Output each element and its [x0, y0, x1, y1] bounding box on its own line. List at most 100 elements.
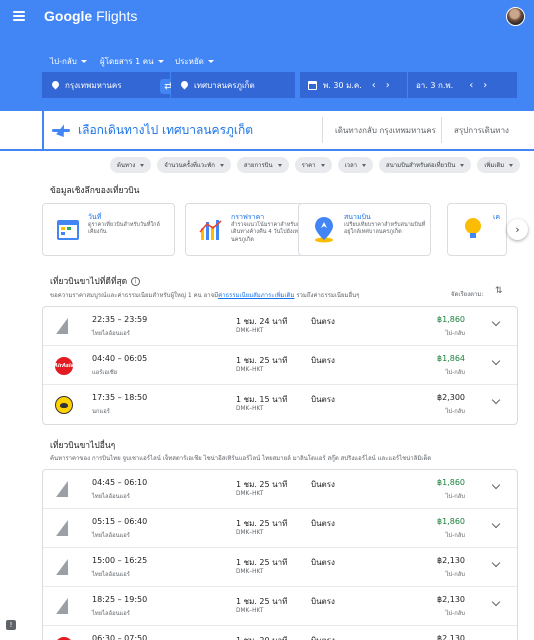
airline-name: แอร์เอเชีย	[92, 370, 118, 376]
other-flights-list: 04:45 – 06:10 ไทยไลอ้อนแอร์ 1 ชม. 25 นาที D…	[42, 469, 518, 640]
chevron-right-icon[interactable]: ›	[483, 80, 487, 91]
filter-chip[interactable]: ราคา	[294, 157, 332, 173]
flight-route: DMK–HKT	[236, 367, 264, 373]
flight-price: ฿1,864	[437, 354, 465, 363]
insight-card[interactable]: เค	[447, 203, 507, 256]
flight-row[interactable]: 15:00 – 16:25 ไทยไลอ้อนแอร์ 1 ชม. 25 นาที D…	[43, 548, 517, 587]
origin-field[interactable]: กรุงเทพมหานคร	[42, 72, 170, 98]
chevron-right-icon: ›	[515, 223, 520, 236]
airline-logo	[55, 318, 74, 336]
expand-chevron-icon[interactable]	[491, 395, 501, 405]
trip-type-select[interactable]: ไป-กลับ	[50, 55, 87, 68]
flight-row[interactable]: AirAsia 04:40 – 06:05 แอร์เอเชีย 1 ชม. 25 น…	[43, 346, 517, 385]
airline-logo	[55, 520, 74, 538]
best-flights-heading: เที่ยวบินขาไปที่ดีที่สุด i	[50, 274, 141, 288]
filter-label: จำนวนครั้งที่แวะพัก	[164, 162, 215, 169]
caret-down-icon	[460, 163, 465, 167]
step-depart-label: เลือกเดินทางไป เทศบาลนครภูเก็ต	[78, 122, 254, 137]
brand-flights-text: Flights	[96, 8, 138, 24]
flight-time: 06:30 – 07:50	[92, 634, 148, 640]
sort-label: จัดเรียงตาม:	[451, 291, 484, 298]
expand-chevron-icon[interactable]	[491, 480, 501, 490]
flight-price: ฿1,860	[437, 517, 465, 526]
passengers-select[interactable]: ผู้โดยสาร 1 คน	[100, 55, 164, 68]
active-step-underline	[0, 149, 534, 151]
airline-name: ไทยไลอ้อนแอร์	[92, 572, 130, 578]
step-depart[interactable]: เลือกเดินทางไป เทศบาลนครภูเก็ต	[42, 111, 322, 149]
flight-row[interactable]: 17:35 – 18:50 นกแอร์ 1 ชม. 15 นาที DMK–HKT บ…	[43, 385, 517, 424]
brand-logo[interactable]: Google Flights	[44, 8, 137, 24]
filter-label: เพิ่มเติม	[484, 162, 505, 169]
airline-name: ไทยไลอ้อนแอร์	[92, 533, 130, 539]
airasia-logo: AirAsia	[54, 357, 74, 375]
caret-down-icon	[80, 60, 87, 63]
thai-lion-air-logo	[56, 559, 74, 575]
airport-pin-icon	[309, 214, 339, 244]
thai-lion-air-logo	[56, 598, 74, 614]
filter-chip[interactable]: เวลา	[337, 157, 374, 173]
flight-row[interactable]: AirAsia06:30 – 07:50แอร์เอเชีย1 ชม. 20 น…	[43, 626, 517, 640]
origin-value: กรุงเทพมหานคร	[65, 80, 122, 90]
flight-time: 22:35 – 23:59	[92, 315, 148, 324]
filter-chip[interactable]: เพิ่มเติม	[477, 157, 521, 173]
filter-chip[interactable]: ต้นทาง	[110, 157, 152, 173]
airline-name: ไทยไลอ้อนแอร์	[92, 494, 130, 500]
baggage-fees-link[interactable]: ค่าธรรมเนียมสัมภาระเพิ่มเติม	[218, 292, 294, 299]
return-date-field[interactable]: อา. 3 ก.พ. ‹ ›	[408, 72, 517, 98]
airline-logo	[55, 559, 74, 577]
expand-chevron-icon[interactable]	[491, 558, 501, 568]
expand-chevron-icon[interactable]	[491, 356, 501, 366]
destination-field[interactable]: เทศบาลนครภูเก็ต	[171, 72, 295, 98]
filter-chip[interactable]: จำนวนครั้งที่แวะพัก	[157, 157, 231, 173]
feedback-icon[interactable]: !	[6, 620, 16, 630]
thai-lion-air-logo	[56, 318, 74, 334]
next-button[interactable]: ›	[507, 219, 528, 240]
caret-down-icon	[362, 163, 367, 167]
flight-row[interactable]: 18:25 – 19:50 ไทยไลอ้อนแอร์ 1 ชม. 25 นาที D…	[43, 587, 517, 626]
flight-time: 18:25 – 19:50	[92, 595, 148, 604]
flight-row[interactable]: 05:15 – 06:40 ไทยไลอ้อนแอร์ 1 ชม. 25 นาที D…	[43, 509, 517, 548]
flight-stops: บินตรง	[311, 317, 335, 326]
flight-row[interactable]: 04:45 – 06:10 ไทยไลอ้อนแอร์ 1 ชม. 25 นาที D…	[43, 470, 517, 509]
caret-down-icon	[320, 163, 325, 167]
expand-chevron-icon[interactable]	[491, 597, 501, 607]
menu-icon[interactable]	[13, 11, 25, 21]
other-flights-subtitle: ค้นหาราคาของ การบินไทย จูบเชาแอร์ไลน์ เจ…	[50, 455, 432, 462]
other-flights-title: เที่ยวบินขาไปอื่นๆ	[50, 441, 116, 451]
avatar[interactable]	[506, 7, 525, 26]
expand-chevron-icon[interactable]	[491, 317, 501, 327]
passengers-label: ผู้โดยสาร 1 คน	[100, 57, 154, 66]
insight-card[interactable]: วันที่ ดูราคาเที่ยวบินสำหรับวันที่ใกล้เคี…	[42, 203, 175, 256]
chevron-right-icon[interactable]: ›	[386, 80, 390, 91]
flight-duration: 1 ชม. 25 นาที	[236, 519, 288, 528]
lightbulb-icon	[458, 214, 488, 244]
flight-price: ฿2,130	[437, 556, 465, 565]
cabin-select[interactable]: ประหยัด	[175, 55, 214, 68]
filter-chip[interactable]: สายการบิน	[236, 157, 289, 173]
sort-icon[interactable]: ⇅	[495, 286, 503, 296]
flight-price: ฿2,300	[437, 393, 465, 402]
caret-down-icon	[157, 60, 164, 63]
location-pin-icon	[52, 81, 59, 90]
flight-time: 05:15 – 06:40	[92, 517, 148, 526]
step-summary[interactable]: สรุปการเดินทาง	[454, 124, 509, 137]
chevron-left-icon[interactable]: ‹	[469, 80, 473, 91]
chevron-left-icon[interactable]: ‹	[372, 80, 376, 91]
flight-duration: 1 ชม. 25 นาที	[236, 356, 288, 365]
flight-time: 04:40 – 06:05	[92, 354, 148, 363]
flight-stops: บินตรง	[311, 558, 335, 567]
insight-card[interactable]: สนามบิน เปรียบเทียบราคาสำหรับสนามบินที่อย…	[298, 203, 431, 256]
flight-row[interactable]: 22:35 – 23:59 ไทยไลอ้อนแอร์ 1 ชม. 24 นาที D…	[43, 307, 517, 346]
expand-chevron-icon[interactable]	[491, 519, 501, 529]
info-icon[interactable]: i	[131, 277, 141, 286]
flight-stops: บินตรง	[311, 519, 335, 528]
filter-bar: ต้นทาง จำนวนครั้งที่แวะพัก สายการบิน ราคา เว…	[110, 157, 521, 173]
airplane-icon	[52, 124, 70, 136]
step-return[interactable]: เดินทางกลับ กรุงเทพมหานคร	[335, 124, 436, 137]
search-panel: ไป-กลับ ผู้โดยสาร 1 คน ประหยัด กรุงเทพมห…	[0, 34, 534, 111]
filter-chip[interactable]: สนามบินสำหรับต่อเที่ยวบิน	[379, 157, 472, 173]
depart-date-field[interactable]: พ. 30 ม.ค. ‹ ›	[300, 72, 407, 98]
flight-stops: บินตรง	[311, 395, 335, 404]
filter-label: สายการบิน	[243, 162, 273, 169]
airline-logo	[55, 481, 74, 499]
